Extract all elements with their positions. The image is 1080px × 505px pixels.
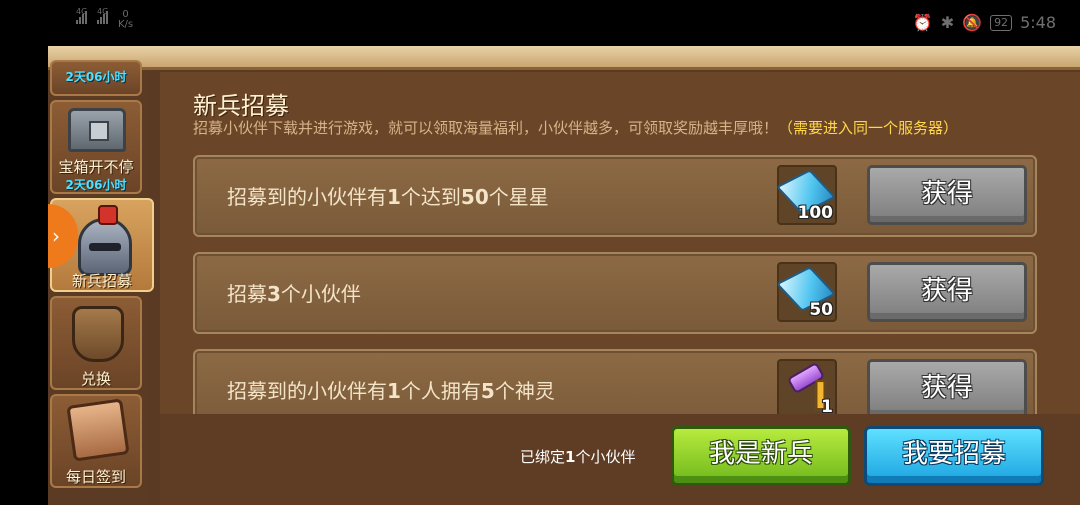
reward-slot: 50 xyxy=(775,262,837,322)
clock: 5:48 xyxy=(1020,13,1056,32)
i-am-newbie-button[interactable]: 我是新兵 xyxy=(671,426,851,486)
reward-quantity: 100 xyxy=(797,203,834,223)
chest-icon xyxy=(68,108,126,152)
reward-slot: 100 xyxy=(775,165,837,225)
helmet-icon xyxy=(78,205,132,276)
signal-icon: 4G xyxy=(76,7,88,24)
claim-button[interactable]: 获得 xyxy=(867,165,1027,225)
sidebar-item-chest[interactable]: 宝箱开不停 2天06小时 xyxy=(50,100,142,194)
status-right: ⏰ ✱ 🔕 92 5:48 xyxy=(913,13,1056,32)
sidebar-item-daily-checkin[interactable]: 每日签到 xyxy=(50,394,142,488)
reward-slot: 1 xyxy=(777,359,837,419)
sidebar-countdown: 2天06小时 xyxy=(65,70,127,84)
signal-type: 4G xyxy=(76,7,88,16)
hammer-icon xyxy=(786,361,826,395)
sidebar-item-event[interactable]: 2天06小时 xyxy=(50,60,142,96)
mute-icon: 🔕 xyxy=(962,13,983,32)
sidebar-countdown: 2天06小时 xyxy=(65,178,127,192)
battery-icon: 92 xyxy=(990,14,1013,31)
bag-icon xyxy=(72,306,124,362)
scroll-icon xyxy=(66,398,130,462)
page-title: 新兵招募 xyxy=(193,92,289,120)
task-text: 招募到的小伙伴有1个达到50个星星 xyxy=(227,185,549,209)
status-bar: 4G 4G 0 K/s ⏰ ✱ 🔕 92 5:48 xyxy=(0,0,1080,46)
signal-icon-2: 4G xyxy=(97,7,109,24)
sidebar: 2天06小时 宝箱开不停 2天06小时 新兵招募 兑换 每日签到 xyxy=(48,60,154,505)
reward-quantity: 50 xyxy=(809,300,833,320)
task-text: 招募3个小伙伴 xyxy=(227,282,361,306)
claim-button[interactable]: 获得 xyxy=(867,359,1027,419)
status-left: 4G 4G 0 K/s xyxy=(76,7,134,30)
claim-button[interactable]: 获得 xyxy=(867,262,1027,322)
frame-top-border xyxy=(48,46,1080,70)
sidebar-item-label: 新兵招募 xyxy=(71,272,132,290)
panel-description: 招募小伙伴下载并进行游戏，就可以领取海量福利，小伙伴越多，可领取奖励越丰厚哦！（… xyxy=(193,119,959,137)
alarm-icon: ⏰ xyxy=(912,13,933,32)
bluetooth-icon: ✱ xyxy=(940,13,955,32)
sidebar-item-exchange[interactable]: 兑换 xyxy=(50,296,142,390)
signal-type-2: 4G xyxy=(97,7,109,16)
sidebar-item-label: 每日签到 xyxy=(65,468,126,486)
server-note: （需要进入同一个服务器） xyxy=(778,119,959,137)
network-speed: 0 K/s xyxy=(118,9,134,30)
sidebar-item-label: 兑换 xyxy=(80,370,111,388)
sidebar-item-label: 宝箱开不停 xyxy=(58,158,134,176)
recruit-button[interactable]: 我要招募 xyxy=(864,426,1044,486)
task-row: 招募3个小伙伴 50 获得 xyxy=(193,252,1037,334)
task-row: 招募到的小伙伴有1个达到50个星星 100 获得 xyxy=(193,155,1037,237)
task-text: 招募到的小伙伴有1个人拥有5个神灵 xyxy=(227,379,555,403)
bound-friends-status: 已绑定1个小伙伴 xyxy=(520,448,636,466)
